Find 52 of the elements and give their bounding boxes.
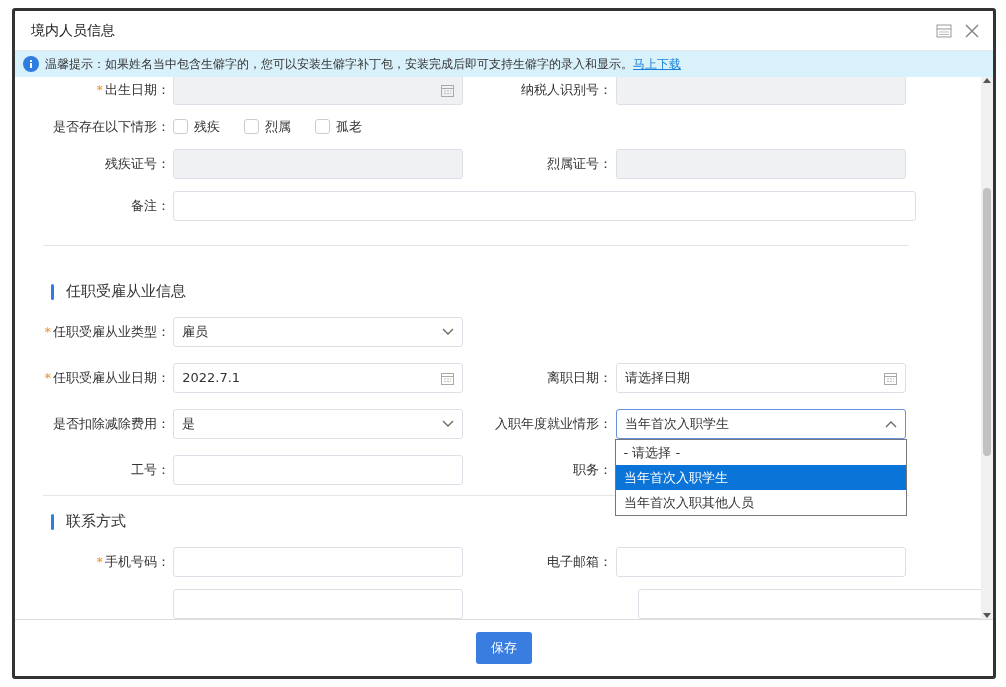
field-label: 电子邮箱：: [547, 553, 613, 569]
section-marker: [51, 513, 54, 530]
checkbox-label: 烈属: [265, 118, 292, 136]
scroll-down-icon[interactable]: [983, 613, 991, 619]
date-field[interactable]: 2022.7.1: [173, 362, 464, 393]
input-field[interactable]: [173, 454, 464, 485]
input-field[interactable]: [637, 588, 981, 619]
calendar-icon[interactable]: [883, 371, 897, 385]
field-label: 烈属证号：: [547, 155, 613, 171]
section-marker: [51, 283, 54, 300]
field-label: *任职受雇从业类型：: [44, 323, 170, 339]
save-button[interactable]: 保存: [476, 632, 532, 664]
download-link[interactable]: 马上下载: [633, 57, 681, 71]
field-label: *手机号码：: [96, 553, 170, 569]
select-field[interactable]: 是: [173, 408, 464, 439]
field-label: 残疾证号：: [105, 155, 170, 171]
chevron-up-icon[interactable]: [884, 420, 897, 429]
checkbox-label: 孤老: [336, 118, 363, 136]
chevron-down-icon[interactable]: [442, 420, 455, 429]
window-title: 境内人员信息: [31, 21, 115, 40]
section-title: 任职受雇从业信息: [66, 281, 186, 303]
field-label: *任职受雇从业日期：: [44, 369, 170, 385]
window-icon[interactable]: [936, 23, 952, 38]
info-icon: [23, 56, 39, 72]
dropdown-option[interactable]: - 请选择 -: [615, 439, 906, 465]
checkbox-label: 残疾: [194, 118, 221, 136]
checkbox[interactable]: [244, 119, 260, 135]
field-label: 是否存在以下情形：: [53, 119, 170, 134]
field-label: 离职日期：: [547, 369, 613, 385]
date-field[interactable]: 请选择日期: [615, 362, 906, 393]
field-label: 工号：: [131, 461, 170, 477]
dropdown-option[interactable]: 当年首次入职其他人员: [615, 489, 906, 515]
field-label: 备注：: [131, 197, 170, 213]
close-icon[interactable]: [965, 23, 979, 38]
input-field[interactable]: [173, 546, 464, 577]
field-label: 职务：: [573, 461, 613, 477]
field-label: 是否扣除减除费用：: [53, 415, 170, 431]
notice-text: 温馨提示：如果姓名当中包含生僻字的，您可以安装生僻字补丁包，安装完成后即可支持生僻字的录入和显示。: [45, 57, 633, 71]
field-label: *出生日期：: [96, 82, 170, 98]
calendar-icon[interactable]: [441, 371, 455, 385]
checkbox[interactable]: [315, 119, 331, 135]
chevron-down-icon[interactable]: [442, 328, 455, 337]
scrollbar[interactable]: [981, 77, 993, 619]
dropdown-option[interactable]: 当年首次入职学生: [615, 464, 906, 490]
field-label: 纳税人识别号：: [521, 82, 613, 98]
input-field[interactable]: [173, 588, 464, 619]
input-field[interactable]: [615, 546, 906, 577]
checkbox[interactable]: [173, 119, 189, 135]
select-field[interactable]: 雇员: [173, 316, 464, 347]
field-label: 入职年度就业情形：: [495, 415, 613, 431]
input-field[interactable]: [173, 190, 917, 221]
section-title: 联系方式: [66, 511, 126, 533]
